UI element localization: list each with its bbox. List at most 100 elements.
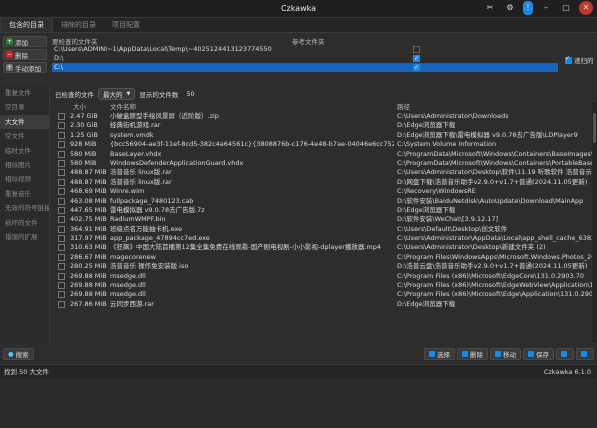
row-checkbox[interactable] [58, 159, 65, 167]
tab-item-config[interactable]: 项目配置 [104, 18, 148, 32]
remove-dir-button[interactable]: − 删除 [3, 49, 47, 60]
sidebar-item[interactable]: 大文件 [0, 114, 49, 130]
mode-select[interactable]: 最大的 ▼ [98, 87, 136, 100]
row-checkbox[interactable] [58, 169, 65, 177]
tab-excluded-dirs[interactable]: 排除的目录 [53, 18, 104, 32]
row-checkbox[interactable] [58, 197, 65, 205]
table-row[interactable]: 2.30 GiB 经典街机游戏.rar D:\Edge浏览器下载 [55, 121, 592, 130]
table-row[interactable]: 402.75 MiB RadiumWMPF.bin D:\软件安装\WeChat\[… [55, 215, 592, 224]
close-icon[interactable]: ✕ [579, 1, 593, 15]
row-checkbox[interactable] [58, 141, 65, 149]
header-size[interactable]: 大小 [55, 103, 110, 112]
row-path: D:\Edge浏览器下载 [397, 121, 456, 130]
recursive-toggle[interactable]: 递归的 [565, 55, 594, 65]
reference-checkbox[interactable] [413, 63, 420, 72]
sidebar-item[interactable]: 空目录 [0, 100, 49, 114]
table-row[interactable]: 2.47 GiB 小破盒原型手绘风景屏（近阶版）.zip C:\Users\Admi… [55, 112, 592, 121]
table-row[interactable]: 463.08 MiB fullpackage_7480123.cab D:\软件安装… [55, 197, 592, 206]
scroll-thumb[interactable] [593, 113, 596, 143]
row-size: 280.25 MiB [70, 262, 107, 271]
sidebar-item[interactable]: 临时文件 [0, 144, 49, 158]
row-checkbox[interactable] [58, 282, 65, 290]
table-row[interactable]: 267.86 MiB 云同步西游.rar D:\Edge浏览器下载 [55, 300, 592, 309]
row-checkbox[interactable] [58, 178, 65, 186]
tab-included-dirs[interactable]: 包含的目录 [0, 18, 53, 32]
row-checkbox[interactable] [58, 113, 65, 120]
reference-checkbox[interactable] [413, 54, 420, 63]
sidebar-item[interactable]: 错误的扩展 [0, 230, 49, 244]
table-row[interactable]: 280.25 MiB 浩普音乐 操作免安装版.iso D:\浩普云盘\浩普音乐助手v… [55, 262, 592, 271]
sidebar-item[interactable]: 重复音乐 [0, 187, 49, 201]
table-row[interactable]: 1.25 GiB system.vmdk D:\Edge浏览器下载\雷电模拟器 v9… [55, 131, 592, 140]
row-name: RadiumWMPF.bin [110, 215, 166, 224]
move-icon [495, 351, 501, 357]
table-row[interactable]: 488.87 MiB 浩普音乐 linux版.rar C:\Users\Admini… [55, 168, 592, 177]
row-checkbox[interactable] [58, 216, 65, 224]
vertical-scrollbar[interactable] [592, 103, 597, 343]
table-row[interactable]: 269.88 MiB msedge.dll C:\Program Files (x8… [55, 272, 592, 281]
tools-icon[interactable]: ✂ [483, 1, 497, 15]
add-dir-button[interactable]: + 添加 [3, 36, 47, 47]
manual-add-button[interactable]: + 手动添加 [3, 62, 47, 73]
row-path: C:\Program Files (x86)\Microsoft\Edge\Ap… [397, 290, 592, 299]
table-row[interactable]: 468.69 MiB Winre.wim C:\Recovery\WindowsRE [55, 187, 592, 196]
sidebar-item[interactable]: 相似视频 [0, 172, 49, 186]
sidebar-item[interactable]: 空文件 [0, 129, 49, 143]
status-left: 找到 50 大文件 [4, 368, 49, 376]
reference-checkbox[interactable] [413, 46, 420, 53]
dir-row[interactable]: C:\Users\ADMINI~1\AppData\Local\Temp\~40… [52, 45, 558, 54]
table-row[interactable]: 447.65 MiB 雷电模拟器 v9.0.78去广告版.7z D:\Edge浏览器… [55, 206, 592, 215]
recursive-checkbox[interactable] [565, 55, 572, 64]
row-path: D:\网盘下载\浩普音乐助手v2.9.0+v1.7+普通(2024.11.05更… [397, 177, 588, 186]
table-row[interactable]: 488.87 MiB 浩普音乐 linux版.rar D:\网盘下载\浩普音乐助手v… [55, 178, 592, 187]
table-row[interactable]: 310.63 MiB 《狂飙》中国大陆首播第12集全集免费在线观看-国产剧电视剧-… [55, 243, 592, 252]
header-name[interactable]: 文件名称 [110, 103, 394, 112]
table-row[interactable]: 580 MiB BaseLayer.vhdx C:\ProgramData\Micr… [55, 150, 592, 159]
dir-row[interactable]: D:\ [52, 54, 558, 63]
row-checkbox[interactable] [58, 225, 65, 233]
table-row[interactable]: 317.97 MiB app_package_47894cc7ed.exe C:\U… [55, 234, 592, 243]
table-row[interactable]: 269.88 MiB msedge.dll C:\Program Files (x8… [55, 281, 592, 290]
settings-icon[interactable]: ⚙ [503, 1, 517, 15]
row-checkbox[interactable] [58, 131, 65, 139]
sidebar-item[interactable]: 损坏的文件 [0, 216, 49, 230]
minimize-icon[interactable]: – [539, 1, 553, 15]
row-size: 310.63 MiB [70, 243, 107, 252]
table-row[interactable]: 286.67 MiB magecorenew C:\Program Files\Wi… [55, 253, 592, 262]
select-button[interactable]: 选择 [424, 348, 455, 360]
count-input[interactable]: 50 [182, 90, 194, 98]
hide-panel-button[interactable] [576, 348, 594, 360]
row-checkbox[interactable] [58, 244, 65, 252]
maximize-icon[interactable]: ▢ [559, 1, 573, 15]
row-checkbox[interactable] [58, 188, 65, 196]
save-button[interactable]: 保存 [523, 348, 554, 360]
row-path: C:\Users\Administrator\Desktop\新建文件夹 (2) [397, 243, 546, 252]
row-path: C:\Program Files (x86)\Microsoft\EdgeWeb… [397, 281, 592, 290]
search-button[interactable]: ● 搜索 [3, 348, 34, 360]
move-button[interactable]: 移动 [490, 348, 521, 360]
row-checkbox[interactable] [58, 272, 65, 280]
row-name: 班级点名万能抽卡机.exe [110, 224, 183, 233]
table-row[interactable]: 928 MiB {bcc56904-ae3f-11ef-8cd5-382c4a64… [55, 140, 592, 149]
row-checkbox[interactable] [58, 150, 65, 158]
sidebar-item[interactable]: 无效的符号链接 [0, 201, 49, 215]
row-checkbox[interactable] [58, 122, 65, 130]
row-checkbox[interactable] [58, 253, 65, 261]
info-icon[interactable]: ! [523, 1, 533, 15]
table-row[interactable]: 364.91 MiB 班级点名万能抽卡机.exe C:\Users\Default\… [55, 225, 592, 234]
row-checkbox[interactable] [58, 206, 65, 214]
header-path[interactable]: 路径 [394, 103, 592, 112]
row-checkbox[interactable] [58, 235, 65, 243]
top-tabs: 包含的目录 排除的目录 项目配置 [0, 18, 597, 33]
sidebar-item[interactable]: 重复文件 [0, 86, 49, 100]
title-bar: Czkawka ✂ ⚙ ! – ▢ ✕ [0, 0, 597, 18]
sort-button[interactable] [556, 348, 574, 360]
dir-row[interactable]: C:\ [52, 63, 558, 72]
table-row[interactable]: 269.88 MiB msedge.dll C:\Program Files (x8… [55, 290, 592, 299]
row-checkbox[interactable] [58, 300, 65, 308]
table-row[interactable]: 580 MiB WindowsDefenderApplicationGuard.v… [55, 159, 592, 168]
row-checkbox[interactable] [58, 263, 65, 271]
delete-button[interactable]: 删除 [457, 348, 488, 360]
sidebar-item[interactable]: 相似图片 [0, 158, 49, 172]
row-checkbox[interactable] [58, 291, 65, 299]
